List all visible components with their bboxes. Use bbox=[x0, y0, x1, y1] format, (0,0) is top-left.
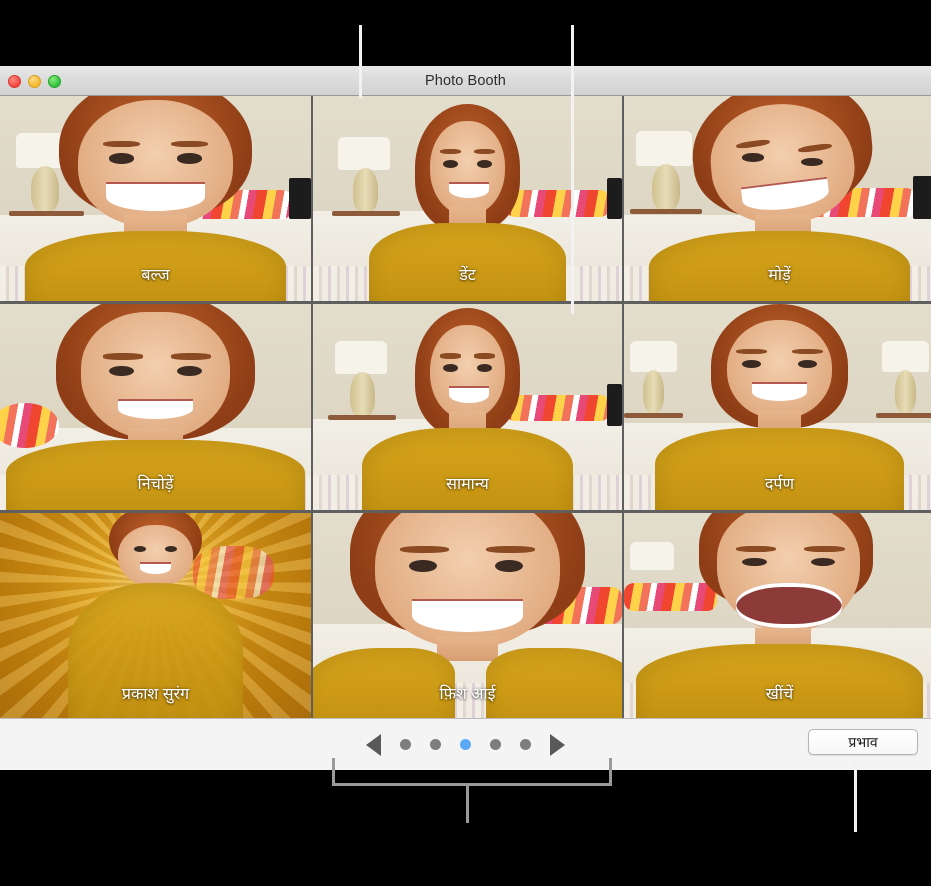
page-controls bbox=[0, 733, 931, 756]
effect-tile-fish-eye[interactable]: फ़िश आई bbox=[313, 513, 622, 718]
maximize-button[interactable] bbox=[48, 74, 61, 88]
next-page-icon[interactable] bbox=[550, 733, 565, 756]
previous-page-icon[interactable] bbox=[366, 733, 381, 756]
callout-line-bracket-stem bbox=[466, 783, 469, 823]
effect-preview-mirror bbox=[624, 304, 931, 510]
photo-booth-window: Photo Booth बल्ज डेंट मोड़ें निचोड़ें सा… bbox=[0, 66, 931, 770]
effect-preview-twirl bbox=[624, 96, 931, 301]
callout-line-top-right bbox=[571, 25, 574, 314]
effect-preview-stretch bbox=[624, 513, 931, 718]
effect-preview-dent bbox=[313, 96, 622, 301]
effect-preview-fish-eye bbox=[313, 513, 622, 718]
effect-tile-light-tunnel[interactable]: प्रकाश सुरंग bbox=[0, 513, 311, 718]
callout-line-effects-button bbox=[854, 760, 857, 832]
effects-button[interactable]: प्रभाव bbox=[808, 729, 918, 755]
effect-tile-squeeze[interactable]: निचोड़ें bbox=[0, 304, 311, 510]
effect-preview-bulge bbox=[0, 96, 311, 301]
effect-preview-squeeze bbox=[0, 304, 311, 510]
effect-tile-dent[interactable]: डेंट bbox=[313, 96, 622, 301]
page-dot-4[interactable] bbox=[490, 739, 501, 750]
effects-grid: बल्ज डेंट मोड़ें निचोड़ें सामान्य दर्पण … bbox=[0, 96, 931, 718]
effect-tile-stretch[interactable]: खींचें bbox=[624, 513, 931, 718]
effect-preview-normal bbox=[313, 304, 622, 510]
window-controls bbox=[8, 66, 61, 96]
page-dot-2[interactable] bbox=[430, 739, 441, 750]
close-button[interactable] bbox=[8, 74, 21, 88]
window-title: Photo Booth bbox=[425, 72, 506, 89]
effect-preview-light-tunnel bbox=[0, 513, 311, 718]
window-titlebar: Photo Booth bbox=[0, 66, 931, 96]
effect-tile-bulge[interactable]: बल्ज bbox=[0, 96, 311, 301]
effect-tile-mirror[interactable]: दर्पण bbox=[624, 304, 931, 510]
minimize-button[interactable] bbox=[28, 74, 41, 88]
effect-tile-twirl[interactable]: मोड़ें bbox=[624, 96, 931, 301]
page-dot-3[interactable] bbox=[460, 739, 471, 750]
page-dot-1[interactable] bbox=[400, 739, 411, 750]
effect-tile-normal[interactable]: सामान्य bbox=[313, 304, 622, 510]
callout-bracket-page-controls bbox=[332, 758, 612, 786]
screenshot-stage: Photo Booth बल्ज डेंट मोड़ें निचोड़ें सा… bbox=[0, 0, 931, 886]
page-dot-5[interactable] bbox=[520, 739, 531, 750]
callout-line-top-left bbox=[359, 25, 362, 98]
